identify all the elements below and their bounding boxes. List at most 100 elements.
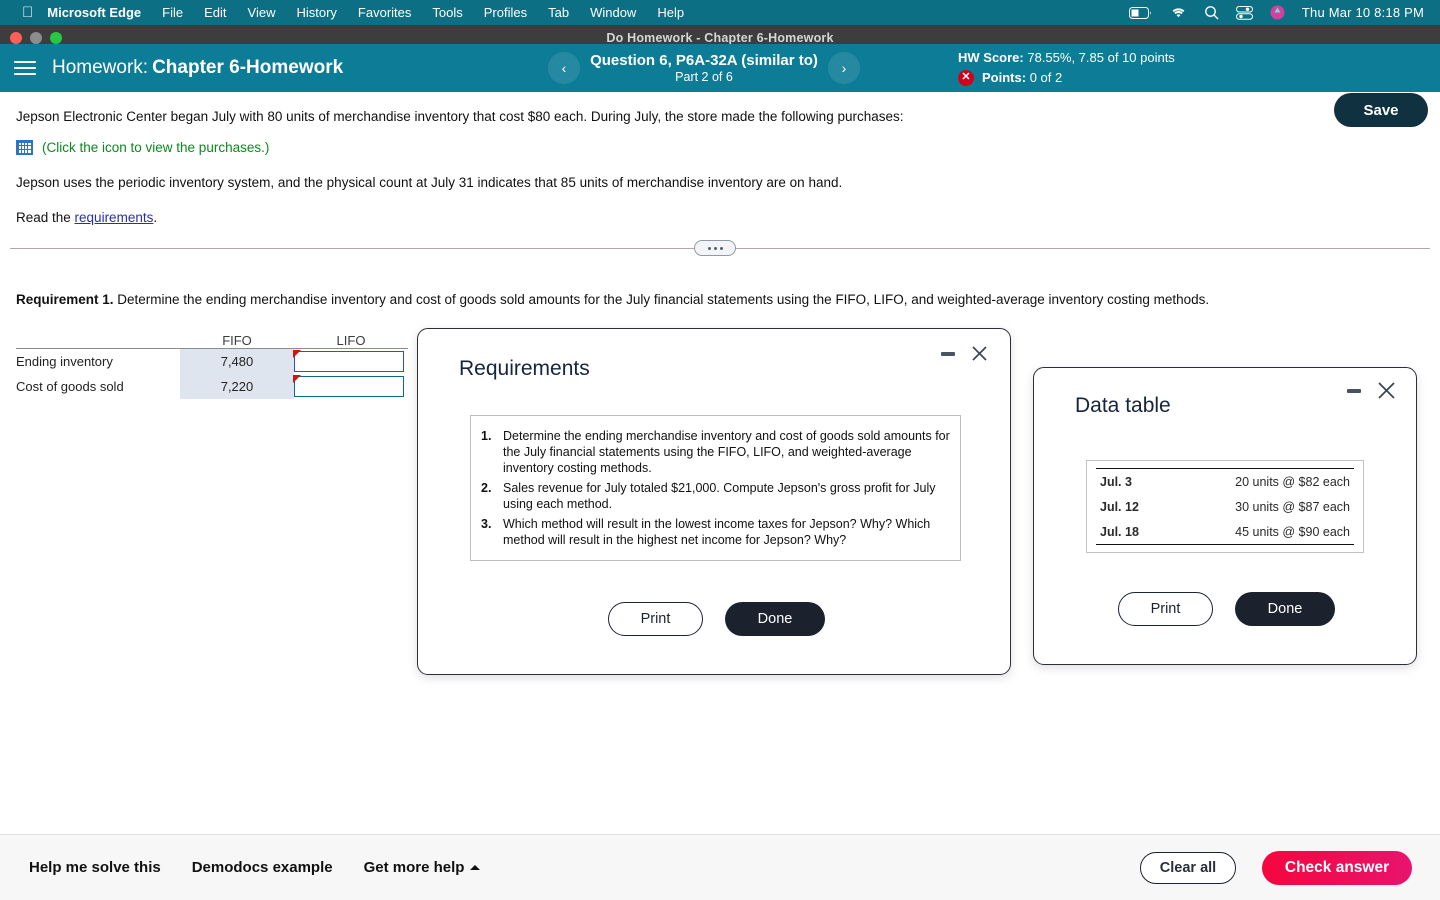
- read-suffix: .: [153, 210, 158, 225]
- question-part: Part 2 of 6: [675, 70, 733, 84]
- menubar-item-window[interactable]: Window: [590, 5, 636, 20]
- minimize-icon[interactable]: [1347, 388, 1361, 393]
- data-table-done-button[interactable]: Done: [1235, 592, 1335, 626]
- requirement-text: Determine the ending merchandise invento…: [503, 429, 950, 475]
- data-table-dialog-title: Data table: [1075, 394, 1171, 417]
- purchase-date: Jul. 18: [1100, 524, 1139, 539]
- siri-icon[interactable]: [1270, 5, 1285, 20]
- requirement-text: Sales revenue for July totaled $21,000. …: [503, 481, 936, 511]
- requirements-link[interactable]: requirements: [75, 210, 154, 225]
- data-table-print-button[interactable]: Print: [1118, 592, 1213, 626]
- menubar-item-favorites[interactable]: Favorites: [358, 5, 411, 20]
- close-icon[interactable]: [971, 345, 988, 362]
- incorrect-flag-icon: [293, 375, 301, 383]
- help-me-solve-this-link[interactable]: Help me solve this: [29, 859, 161, 876]
- menubar-item-view[interactable]: View: [248, 5, 276, 20]
- panel-splitter[interactable]: [10, 240, 1430, 256]
- clear-all-button[interactable]: Clear all: [1140, 851, 1236, 884]
- lifo-cost-of-goods-sold-input[interactable]: [294, 376, 404, 397]
- purchase-detail: 45 units @ $90 each: [1235, 524, 1350, 539]
- incorrect-flag-icon: [293, 350, 301, 358]
- list-item: 2. Sales revenue for July totaled $21,00…: [481, 480, 950, 512]
- course-title: Chapter 6-Homework: [152, 57, 344, 78]
- menubar-item-profiles[interactable]: Profiles: [484, 5, 527, 20]
- cell-lifo-ending-inventory: [293, 349, 408, 374]
- requirement-text: Which method will result in the lowest i…: [503, 517, 931, 547]
- menubar-item-tools[interactable]: Tools: [432, 5, 462, 20]
- menubar-item-history[interactable]: History: [296, 5, 336, 20]
- purchase-detail: 20 units @ $82 each: [1235, 474, 1350, 489]
- points-line: ✕ Points: 0 of 2: [958, 68, 1175, 87]
- splitter-drag-handle[interactable]: [694, 240, 736, 256]
- requirements-done-button[interactable]: Done: [725, 602, 825, 636]
- app-header: Homework: Chapter 6-Homework ‹ Question 6…: [0, 44, 1440, 127]
- data-table-dialog-controls: [1347, 381, 1396, 400]
- menubar-item-tab[interactable]: Tab: [548, 5, 569, 20]
- purchases-data-table: Jul. 3 20 units @ $82 each Jul. 12 30 un…: [1086, 460, 1364, 553]
- previous-question-button[interactable]: ‹: [548, 52, 580, 84]
- question-title: Question 6, P6A-32A (similar to): [590, 52, 818, 69]
- purchase-date: Jul. 12: [1100, 499, 1139, 514]
- row-label-cost-of-goods-sold: Cost of goods sold: [16, 379, 124, 394]
- table-row: Jul. 12 30 units @ $87 each: [1096, 494, 1354, 519]
- menubar-item-microsoft-edge[interactable]: Microsoft Edge: [47, 5, 141, 20]
- apple-logo-icon[interactable]: : [22, 5, 33, 20]
- get-more-help-label: Get more help: [363, 859, 465, 876]
- purchases-link-row: (Click the icon to view the purchases.): [0, 127, 1440, 158]
- wifi-icon[interactable]: [1170, 6, 1187, 19]
- requirements-dialog-actions: Print Done: [608, 602, 825, 636]
- menubar-item-help[interactable]: Help: [657, 5, 684, 20]
- requirement-number: 1.: [481, 429, 492, 443]
- question-navigator: ‹ Question 6, P6A-32A (similar to) Part …: [548, 44, 860, 92]
- answer-table: FIFO LIFO Ending inventory 7,480 Cost of…: [16, 326, 408, 399]
- homework-title: Homework: Chapter 6-Homework: [52, 57, 343, 79]
- purchases-rows: Jul. 3 20 units @ $82 each Jul. 12 30 un…: [1096, 468, 1354, 545]
- cell-lifo-cost-of-goods-sold: [293, 374, 408, 399]
- menubar-status-area: Thu Mar 10 8:18 PM: [1128, 5, 1430, 20]
- next-question-button[interactable]: ›: [828, 52, 860, 84]
- hw-score-label: HW Score:: [958, 50, 1024, 65]
- battery-icon[interactable]: [1128, 6, 1153, 19]
- menubar-item-edit[interactable]: Edit: [204, 5, 226, 20]
- cell-fifo-cost-of-goods-sold: 7,220: [180, 374, 294, 399]
- requirements-print-button[interactable]: Print: [608, 602, 703, 636]
- requirement-1-text: Determine the ending merchandise invento…: [113, 292, 1210, 307]
- list-item: 1. Determine the ending merchandise inve…: [481, 428, 950, 476]
- read-requirements-row: Read the requirements.: [0, 193, 1440, 228]
- get-more-help-link[interactable]: Get more help: [364, 859, 481, 876]
- check-answer-button[interactable]: Check answer: [1262, 850, 1412, 885]
- table-row: Jul. 18 45 units @ $90 each: [1096, 519, 1354, 544]
- column-header-fifo: FIFO: [222, 333, 252, 348]
- purchase-date: Jul. 3: [1100, 474, 1132, 489]
- homework-label: Homework:: [52, 57, 149, 78]
- table-row: Ending inventory 7,480: [16, 349, 408, 374]
- list-item: 3. Which method will result in the lowes…: [481, 516, 950, 548]
- minimize-icon[interactable]: [941, 351, 955, 356]
- menubar-item-file[interactable]: File: [162, 5, 183, 20]
- search-icon[interactable]: [1204, 5, 1219, 20]
- points-value: 0 of 2: [1029, 70, 1063, 85]
- spreadsheet-icon[interactable]: [16, 140, 33, 155]
- hamburger-menu-icon[interactable]: [14, 61, 36, 75]
- requirements-dialog-title: Requirements: [459, 357, 590, 380]
- column-header-lifo: LIFO: [336, 333, 366, 348]
- demodocs-example-link[interactable]: Demodocs example: [192, 859, 333, 876]
- hw-score-value: 78.55%, 7.85 of 10 points: [1027, 50, 1175, 65]
- requirement-number: 3.: [481, 517, 492, 531]
- answer-table-body: Ending inventory 7,480 Cost of goods sol…: [16, 348, 408, 399]
- control-center-icon[interactable]: [1235, 5, 1253, 20]
- window-title: Do Homework - Chapter 6-Homework: [606, 30, 834, 45]
- menubar-clock[interactable]: Thu Mar 10 8:18 PM: [1302, 5, 1424, 20]
- table-row: Cost of goods sold 7,220: [16, 374, 408, 399]
- view-purchases-link[interactable]: (Click the icon to view the purchases.): [42, 137, 269, 158]
- bottom-toolbar: Help me solve this Demodocs example Get …: [0, 834, 1440, 900]
- answer-table-header: FIFO LIFO: [16, 326, 408, 348]
- question-info: Question 6, P6A-32A (similar to) Part 2 …: [580, 52, 828, 84]
- problem-line-2: Jepson uses the periodic inventory syste…: [16, 175, 843, 190]
- lifo-ending-inventory-input[interactable]: [294, 351, 404, 372]
- problem-content: Jepson Electronic Center began July with…: [0, 92, 1440, 228]
- close-icon[interactable]: [1377, 381, 1396, 400]
- help-links: Help me solve this Demodocs example Get …: [0, 859, 481, 876]
- read-prefix: Read the: [16, 210, 75, 225]
- bottom-actions: Clear all Check answer: [1140, 850, 1440, 885]
